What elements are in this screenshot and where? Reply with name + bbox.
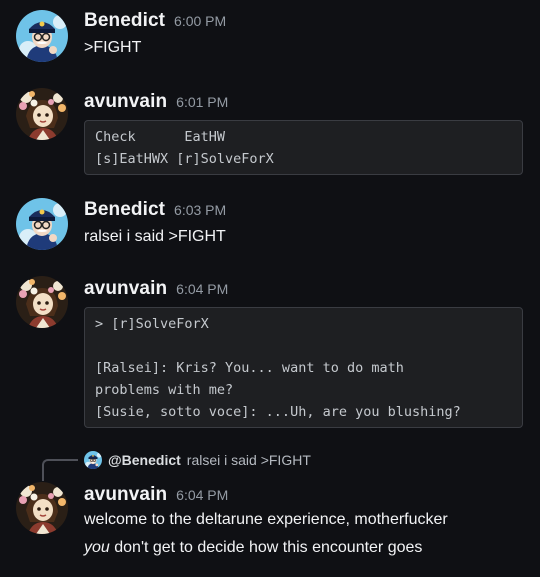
code-block: > [r]SolveForX [Ralsei]: Kris? You... wa…	[84, 307, 523, 428]
reply-avatar	[84, 451, 102, 469]
police-officer-avatar-icon	[84, 451, 102, 469]
police-officer-avatar-icon	[16, 198, 68, 250]
message-text: welcome to the deltarune experience, mot…	[84, 509, 524, 559]
message-line-rest: don't get to decide how this encounter g…	[109, 539, 423, 556]
avatar[interactable]	[16, 198, 68, 250]
timestamp[interactable]: 6:04 PM	[176, 281, 228, 297]
avatar[interactable]	[16, 276, 68, 328]
message-line: you don't get to decide how this encount…	[84, 537, 524, 559]
timestamp[interactable]: 6:00 PM	[174, 13, 226, 29]
reply-preview[interactable]: @Benedict ralsei i said >FIGHT	[42, 447, 311, 473]
timestamp[interactable]: 6:01 PM	[176, 94, 228, 110]
reply-mention[interactable]: @Benedict	[108, 452, 181, 468]
timestamp[interactable]: 6:03 PM	[174, 202, 226, 218]
message-line: welcome to the deltarune experience, mot…	[84, 511, 448, 528]
reply-text[interactable]: ralsei i said >FIGHT	[187, 452, 311, 468]
avatar[interactable]	[16, 88, 68, 140]
username[interactable]: avunvain	[84, 484, 167, 506]
flower-character-avatar-icon	[16, 88, 68, 140]
police-officer-avatar-icon	[16, 10, 68, 62]
username[interactable]: Benedict	[84, 199, 165, 221]
emphasis-text: you	[84, 539, 110, 556]
flower-character-avatar-icon	[16, 482, 68, 534]
code-block: Check EatHW [s]EatHWX [r]SolveForX	[84, 120, 523, 175]
avatar[interactable]	[16, 10, 68, 62]
avatar[interactable]	[16, 482, 68, 534]
flower-character-avatar-icon	[16, 276, 68, 328]
message-text: >FIGHT	[84, 39, 142, 56]
username[interactable]: avunvain	[84, 91, 167, 113]
message-text: ralsei i said >FIGHT	[84, 228, 226, 245]
username[interactable]: avunvain	[84, 278, 167, 300]
username[interactable]: Benedict	[84, 10, 165, 32]
timestamp[interactable]: 6:04 PM	[176, 487, 228, 503]
